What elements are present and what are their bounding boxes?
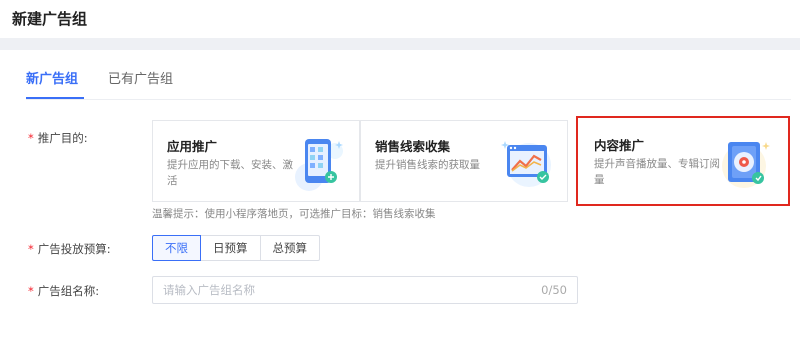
objective-label: * 推广目的: (28, 130, 88, 146)
card-title: 应用推广 (167, 139, 218, 154)
page-title: 新建广告组 (12, 10, 88, 28)
objective-tip: 温馨提示：使用小程序落地页，可选推广目标：销售线索收集 (152, 208, 436, 220)
ad-group-name-input[interactable] (163, 277, 503, 303)
tab-divider (26, 99, 791, 100)
name-label: * 广告组名称: (28, 283, 99, 299)
ad-group-panel: 新广告组 已有广告组 * 推广目的: 应用推广 提升应用的下载、安装、激活 销售… (6, 50, 800, 338)
required-mark: * (28, 242, 34, 256)
objective-cards: 应用推广 提升应用的下载、安装、激活 销售线索收集 提升销售线索的获取量 内容推… (152, 116, 790, 206)
phone-app-icon (295, 139, 343, 191)
section-divider-band (0, 38, 800, 50)
card-title: 销售线索收集 (375, 139, 451, 154)
objective-label-text: 推广目的: (37, 131, 88, 145)
chart-window-icon (501, 141, 551, 187)
budget-option-daily[interactable]: 日预算 (200, 235, 261, 261)
objective-card-app-promotion[interactable]: 应用推广 提升应用的下载、安装、激活 (152, 120, 360, 202)
tab-new-ad-group[interactable]: 新广告组 (26, 68, 78, 87)
tab-existing-ad-group[interactable]: 已有广告组 (108, 68, 173, 87)
budget-label-text: 广告投放预算: (37, 242, 111, 256)
audio-album-icon (722, 142, 770, 188)
card-description: 提升销售线索的获取量 (375, 159, 480, 171)
required-mark: * (28, 131, 34, 145)
budget-label: * 广告投放预算: (28, 241, 111, 257)
budget-segmented-control: 不限 日预算 总预算 (152, 235, 320, 261)
card-description: 提升应用的下载、安装、激活 (167, 159, 293, 187)
objective-card-content-promotion[interactable]: 内容推广 提升声音播放量、专辑订阅量 (576, 116, 790, 206)
budget-option-total[interactable]: 总预算 (259, 235, 320, 261)
ad-group-name-field[interactable]: 0/50 (152, 276, 578, 304)
card-description: 提升声音播放量、专辑订阅量 (594, 158, 720, 186)
name-label-text: 广告组名称: (37, 284, 100, 298)
card-title: 内容推广 (594, 138, 645, 153)
char-counter: 0/50 (541, 283, 567, 297)
budget-option-unlimited[interactable]: 不限 (152, 235, 201, 261)
objective-card-lead-collection[interactable]: 销售线索收集 提升销售线索的获取量 (360, 120, 568, 202)
required-mark: * (28, 284, 34, 298)
